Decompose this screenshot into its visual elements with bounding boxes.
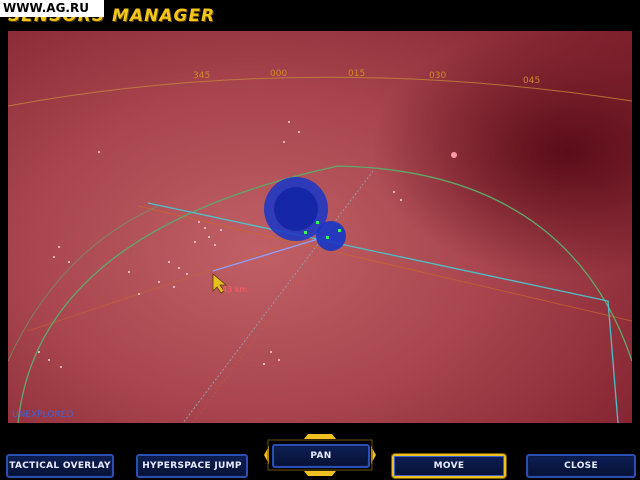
contact-marker — [451, 152, 457, 158]
nebula-blob — [316, 221, 346, 251]
hyperspace-jump-button[interactable]: HYPERSPACE JUMP — [136, 454, 248, 478]
nebula-blob — [274, 187, 318, 231]
heading-label: 015 — [348, 69, 366, 79]
plane-line — [27, 240, 299, 332]
sensor-viewport[interactable]: 345 000 015 030 045 43 km — [8, 31, 632, 423]
tactical-overlay-button[interactable]: TACTICAL OVERLAY — [6, 454, 114, 478]
contact-marker — [338, 229, 341, 232]
pan-up-arrow-icon — [304, 434, 336, 439]
heading-label: 345 — [193, 71, 211, 81]
hemisphere-grid — [8, 205, 159, 362]
close-button[interactable]: CLOSE — [526, 454, 636, 478]
target-line — [212, 235, 329, 272]
status-label: UNEXPLORED — [12, 410, 74, 420]
sensor-map — [8, 76, 632, 423]
heading-label: 000 — [270, 69, 288, 79]
pan-button[interactable]: PAN — [272, 444, 370, 468]
view-frustum — [147, 202, 619, 423]
watermark: WWW.AG.RU — [0, 0, 104, 17]
move-button[interactable]: MOVE — [392, 454, 506, 478]
plane-line — [137, 205, 632, 322]
heading-label: 030 — [429, 71, 447, 81]
star-cluster — [38, 121, 402, 368]
distance-label: 43 km — [222, 285, 248, 294]
pan-down-arrow-icon — [304, 471, 336, 476]
contact-marker — [304, 231, 307, 234]
heading-label: 045 — [523, 76, 541, 86]
contact-marker — [326, 236, 329, 239]
contact-marker — [316, 221, 319, 224]
